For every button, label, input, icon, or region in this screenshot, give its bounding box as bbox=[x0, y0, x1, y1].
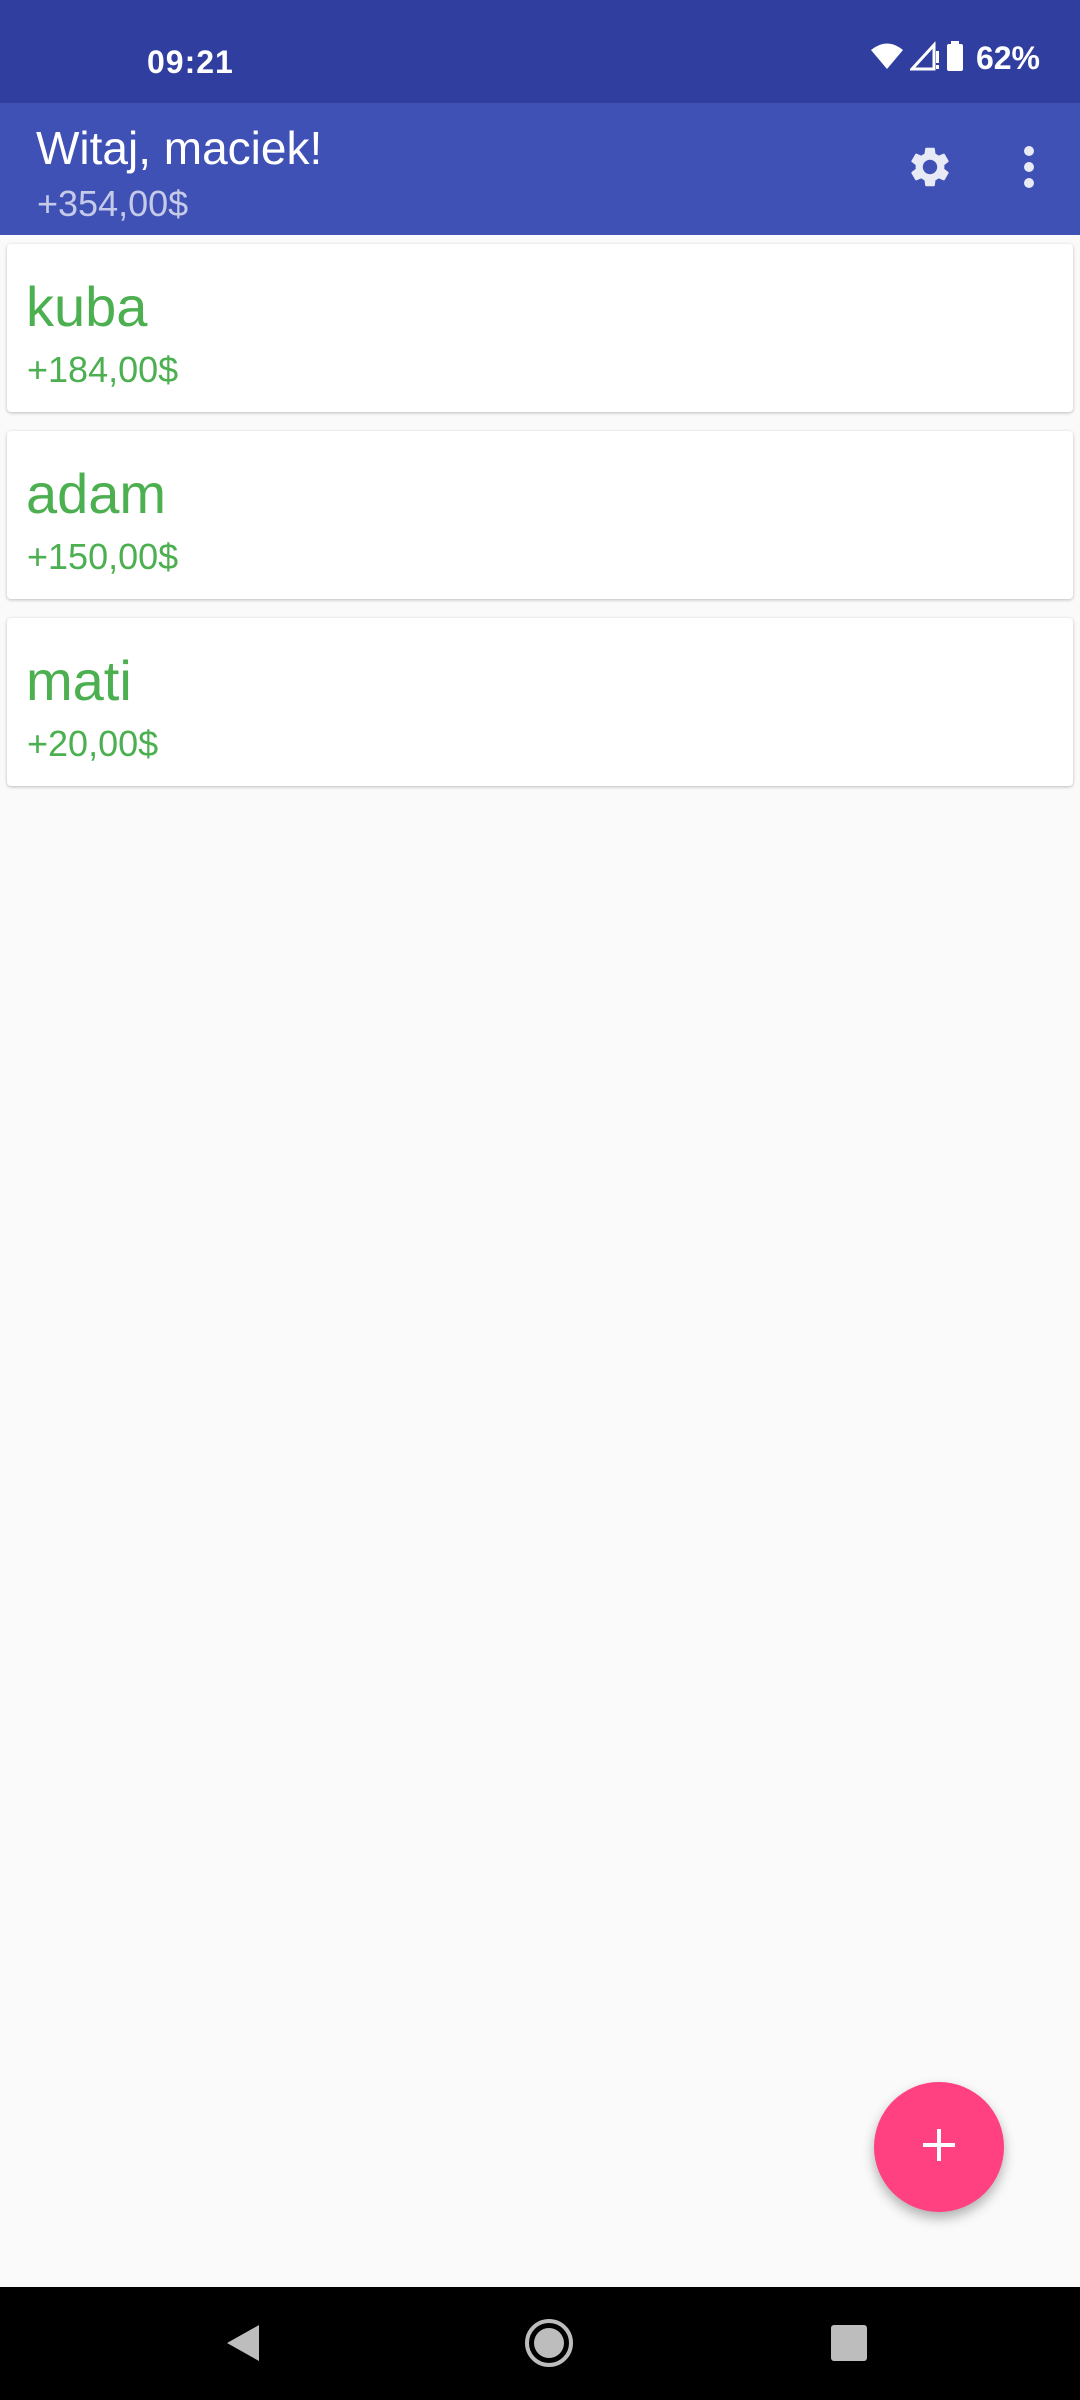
person-name: kuba bbox=[26, 275, 148, 338]
status-icons: 5 62% bbox=[870, 40, 1040, 77]
page-title: Witaj, maciek! bbox=[36, 122, 323, 174]
list-item[interactable]: mati +20,00$ bbox=[7, 618, 1073, 786]
signal-icon bbox=[908, 41, 940, 76]
back-button[interactable] bbox=[207, 2309, 279, 2381]
person-balance: +20,00$ bbox=[27, 723, 159, 764]
person-balance: +184,00$ bbox=[27, 349, 179, 390]
wifi-icon: 5 bbox=[870, 41, 904, 76]
list-item[interactable]: kuba +184,00$ bbox=[7, 244, 1073, 412]
svg-text:5: 5 bbox=[892, 63, 898, 71]
battery-icon bbox=[946, 41, 964, 76]
plus-icon bbox=[921, 2127, 957, 2168]
more-vert-icon bbox=[1023, 145, 1035, 194]
total-balance: +354,00$ bbox=[37, 183, 189, 224]
person-list: kuba +184,00$ adam +150,00$ mati +20,00$ bbox=[7, 244, 1073, 805]
status-bar: 09:21 5 62% bbox=[0, 0, 1080, 103]
app-bar: Witaj, maciek! +354,00$ bbox=[0, 103, 1080, 235]
person-balance: +150,00$ bbox=[27, 536, 179, 577]
battery-percent: 62% bbox=[975, 40, 1040, 76]
home-icon bbox=[524, 2318, 574, 2373]
add-person-button[interactable] bbox=[874, 2082, 1004, 2212]
more-options-button[interactable] bbox=[993, 133, 1065, 205]
recents-icon bbox=[830, 2324, 868, 2367]
person-name: mati bbox=[26, 649, 132, 712]
list-item[interactable]: adam +150,00$ bbox=[7, 431, 1073, 599]
back-icon bbox=[225, 2323, 261, 2368]
status-time: 09:21 bbox=[147, 44, 234, 80]
settings-button[interactable] bbox=[894, 133, 966, 205]
recents-button[interactable] bbox=[813, 2309, 885, 2381]
person-name: adam bbox=[26, 462, 167, 525]
settings-icon bbox=[906, 143, 954, 196]
system-nav-bar bbox=[0, 2287, 1080, 2400]
home-button[interactable] bbox=[513, 2309, 585, 2381]
